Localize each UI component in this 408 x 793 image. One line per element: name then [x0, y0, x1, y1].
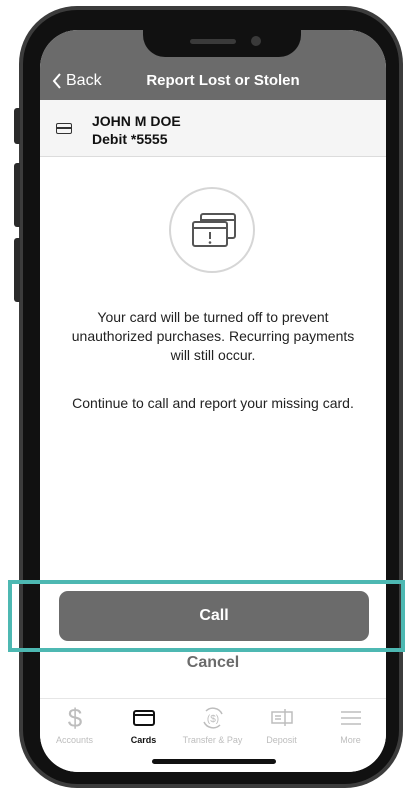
speaker [190, 39, 236, 44]
volume-up-button [14, 163, 20, 227]
call-button[interactable]: Call [59, 591, 369, 641]
cards-warning-icon [192, 213, 236, 247]
home-indicator[interactable] [152, 759, 276, 764]
card-icon [132, 710, 155, 726]
turn-off-message: Your card will be turned off to prevent … [71, 309, 355, 363]
tab-label: More [340, 735, 361, 745]
cancel-button[interactable]: Cancel [40, 654, 386, 672]
svg-text:($): ($) [206, 714, 218, 725]
tab-cards[interactable]: Cards [109, 705, 178, 745]
camera [251, 36, 261, 46]
tab-transfer-pay[interactable]: ($) Transfer & Pay [178, 705, 247, 745]
tab-accounts[interactable]: $ Accounts [40, 705, 109, 745]
tab-more[interactable]: More [316, 705, 385, 745]
card-alert-icon [169, 187, 255, 273]
volume-down-button [14, 238, 20, 302]
call-instruction: Continue to call and report your missing… [72, 395, 354, 411]
card-icon [56, 123, 72, 134]
tab-label: Deposit [266, 735, 297, 745]
card-holder-name: JOHN M DOE [92, 113, 181, 129]
card-number: Debit *5555 [92, 131, 168, 147]
tab-deposit[interactable]: Deposit [247, 705, 316, 745]
card-summary: JOHN M DOE Debit *5555 [40, 100, 386, 157]
transfer-icon: ($) [202, 707, 223, 729]
menu-icon [340, 711, 361, 725]
notch [143, 30, 301, 57]
deposit-icon [270, 709, 293, 726]
svg-text:$: $ [67, 705, 82, 731]
mute-switch [14, 108, 20, 144]
phone-screen: Back Report Lost or Stolen JOHN M DOE De… [40, 30, 386, 772]
tab-label: Accounts [55, 735, 94, 745]
tab-label: Cards [130, 735, 157, 745]
tab-label: Transfer & Pay [182, 735, 243, 745]
page-title: Report Lost or Stolen [146, 72, 300, 89]
dollar-icon: $ [67, 705, 82, 731]
